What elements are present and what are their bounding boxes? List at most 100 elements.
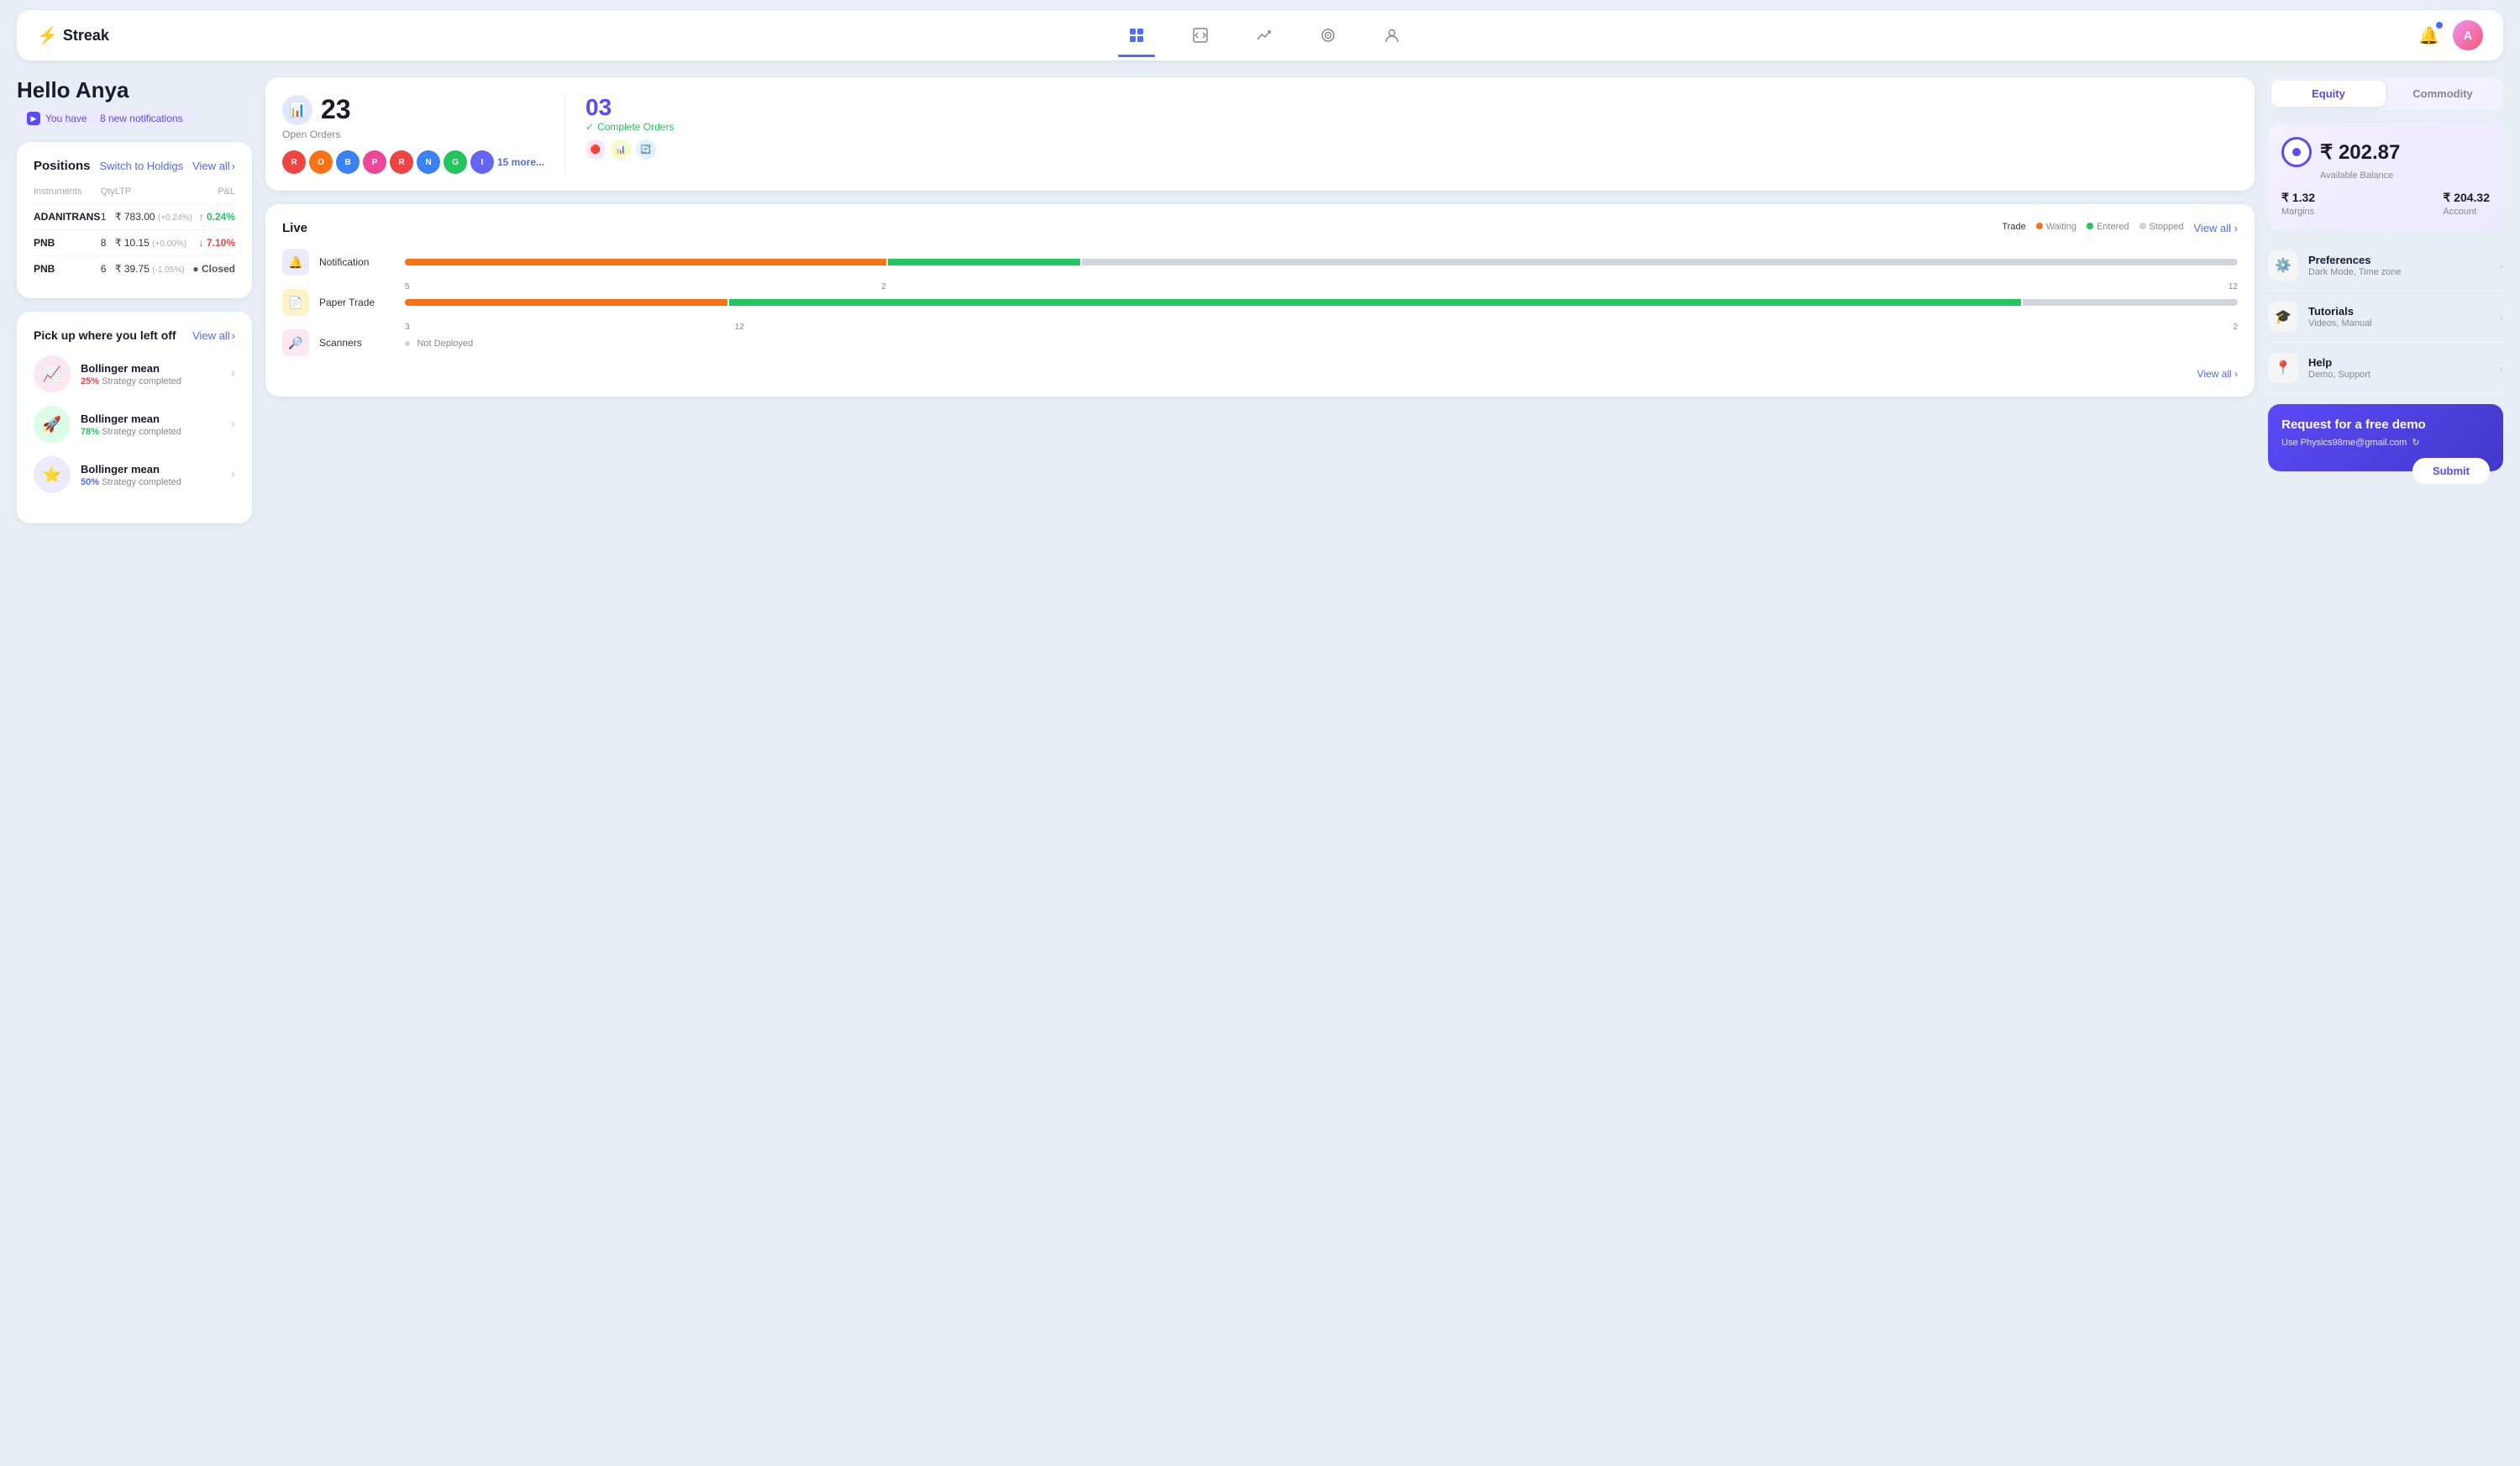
preferences-sub: Dark Mode, Time zone [2308,267,2489,277]
notification-icon: 🔔 [282,249,309,276]
refresh-icon[interactable]: ↻ [2412,437,2419,448]
ltp-cell: ₹ 783.00 (+0.24%) [115,204,192,230]
open-orders-number: 23 [321,94,351,125]
tab-switcher: Equity Commodity [2268,77,2503,110]
notification-badge-btn[interactable]: ▶ You have 8 new notifications [17,108,193,129]
live-view-all[interactable]: View all › [2193,222,2238,234]
table-row: PNB 8 ₹ 10.15 (+0.00%) ↓ 7.10% [34,230,235,256]
demo-email: Use Physics98me@gmail.com ↻ [2281,437,2490,448]
live-card: Live Trade Waiting Entered Stopped View … [265,204,2255,397]
help-icon: 📍 [2268,353,2298,383]
complete-icons: 🔴 📊 🔄 [585,139,674,160]
nav-item-dashboard[interactable] [1118,20,1155,50]
balance-inner-dot [2292,148,2301,156]
positions-table: Instruments Qty LTP P&L ADANITRANS 1 ₹ 7… [34,183,235,281]
pickup-name-0: Bollinger mean [81,362,221,375]
notification-progress: 5 2 12 [405,254,2238,271]
pickup-name-1: Bollinger mean [81,412,221,425]
papertrade-bar [405,299,2238,306]
demo-card: Request for a free demo Use Physics98me@… [2268,404,2503,471]
help-info: Help Demo, Support [2308,356,2489,380]
balance-account: ₹ 204.32 Account [2443,191,2490,217]
pickup-item[interactable]: 🚀 Bollinger mean 78% Strategy completed … [34,406,235,443]
logo[interactable]: ⚡ Streak [37,25,109,46]
notif-stopped-bar [1082,259,2238,265]
pickup-list: 📈 Bollinger mean 25% Strategy completed … [34,355,235,493]
user-avatar[interactable]: A [2453,20,2483,50]
balance-circle-icon [2281,137,2312,167]
pickup-item[interactable]: 📈 Bollinger mean 25% Strategy completed … [34,355,235,392]
live-row-papertrade: 📄 Paper Trade 3 12 2 [282,289,2238,316]
mini-icon-1: 🔴 [585,139,606,160]
mini-icon-3: 🔄 [636,139,656,160]
live-legend: Trade Waiting Entered Stopped View all › [2002,222,2238,234]
paper-n2: 12 [735,323,744,332]
papertrade-progress: 3 12 2 [405,294,2238,311]
avatar-7: G [444,150,467,174]
live-view-all-footer[interactable]: View all › [282,368,2238,380]
pnl-cell: ● Closed [192,256,235,282]
positions-view-all[interactable]: View all › [192,160,235,172]
not-deployed-dot [405,341,410,346]
scanners-label: Scanners [319,337,395,349]
demo-title: Request for a free demo [2281,418,2490,432]
tutorials-arrow: › [2499,310,2503,323]
complete-orders-label: ✓ Complete Orders [585,121,674,133]
main-content: Hello Anya ▶ You have 8 new notification… [0,60,2520,1466]
tab-equity[interactable]: Equity [2271,81,2386,107]
menu-tutorials[interactable]: 🎓 Tutorials Videos, Manual › [2268,292,2503,343]
paper-waiting-bar [405,299,727,306]
account-label: Account [2443,207,2490,217]
paper-n3: 2 [2233,323,2238,332]
nav-item-profile[interactable] [1373,20,1410,50]
notification-bar [405,259,2238,265]
tutorials-title: Tutorials [2308,305,2489,318]
instrument-cell: ADANITRANS [34,204,101,230]
pickup-view-all[interactable]: View all › [192,329,235,342]
col-pnl: P&L [192,183,235,204]
tab-commodity[interactable]: Commodity [2386,81,2500,107]
demo-submit-btn[interactable]: Submit [2412,458,2490,484]
menu-help[interactable]: 📍 Help Demo, Support › [2268,343,2503,394]
pickup-sub-1: 78% Strategy completed [81,427,221,437]
menu-preferences[interactable]: ⚙️ Preferences Dark Mode, Time zone › [2268,240,2503,292]
notification-bell[interactable]: 🔔 [2418,25,2439,46]
legend-entered: Entered [2087,222,2129,234]
notif-entered-bar [888,259,1080,265]
papertrade-icon: 📄 [282,289,309,316]
scanners-not-deployed: Not Deployed [405,335,473,350]
nav-item-target[interactable] [1310,20,1347,50]
live-title: Live [282,221,307,235]
complete-orders-number: 03 [585,94,674,121]
preferences-title: Preferences [2308,254,2489,266]
more-count[interactable]: 15 more... [497,156,544,168]
notif-n1: 5 [405,282,410,292]
pickup-arrow-0: › [231,366,235,381]
positions-title: Positions [34,159,91,173]
mini-icon-2: 📊 [611,139,631,160]
check-icon: ✓ [585,121,594,133]
notif-n3: 12 [2229,282,2238,292]
center-top-row: 📊 23 Open Orders R O B P R N G I [265,77,2255,191]
tutorials-sub: Videos, Manual [2308,318,2489,328]
avatar-5: R [390,150,413,174]
notification-badge [2436,22,2443,29]
margins-label: Margins [2281,207,2315,217]
ltp-cell: ₹ 10.15 (+0.00%) [115,230,192,256]
scanners-icon: 🔎 [282,329,309,356]
help-sub: Demo, Support [2308,370,2489,380]
nav-item-code[interactable] [1182,20,1219,50]
switch-holdings-btn[interactable]: Switch to Holdigs [99,160,183,172]
legend-trade-label: Trade [2002,222,2025,234]
avatar-6: N [417,150,440,174]
pickup-icon-1: 🚀 [34,406,71,443]
complete-orders-section: 03 ✓ Complete Orders 🔴 📊 🔄 [564,94,674,174]
instrument-cell: PNB [34,230,101,256]
nav-item-chart[interactable] [1246,20,1283,50]
pickup-item[interactable]: ⭐ Bollinger mean 50% Strategy completed … [34,456,235,493]
table-row: ADANITRANS 1 ₹ 783.00 (+0.24%) ↑ 0.24% [34,204,235,230]
help-title: Help [2308,356,2489,369]
notif-text-you-have: You have [45,113,87,124]
paper-stopped-bar [2023,299,2238,306]
col-ltp: LTP [115,183,192,204]
